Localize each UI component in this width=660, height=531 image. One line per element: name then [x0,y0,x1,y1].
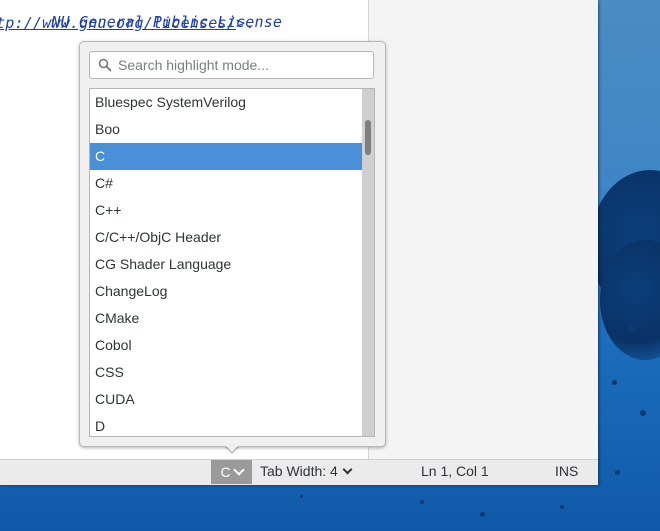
list-item[interactable]: D [90,413,363,436]
list-item[interactable]: C [90,143,363,170]
code-text: >. [236,14,255,32]
list-item[interactable]: Bluespec SystemVerilog [90,89,363,116]
highlight-mode-popover: Bluespec SystemVerilogBooCC#C++C/C++/Obj… [79,41,386,447]
search-field[interactable] [89,51,374,79]
water-drop [480,512,485,517]
language-label: C [220,464,231,480]
insert-mode-indicator: INS [555,463,579,479]
scrollbar-thumb[interactable] [365,120,371,155]
chevron-down-icon [232,464,245,476]
scrollbar[interactable] [362,89,374,436]
list-item[interactable]: CSS [90,359,363,386]
side-pane [369,0,598,459]
list: Bluespec SystemVerilog Boo C C# C++ C/C++/Obj… [90,89,363,436]
list-item[interactable]: C++ [90,197,363,224]
search-input[interactable] [118,55,368,75]
cursor-position: Ln 1, Col 1 [421,463,489,479]
chevron-down-icon [342,464,353,474]
water-drop [420,500,424,504]
water-drop [300,495,303,498]
list-item[interactable]: CUDA [90,386,363,413]
list-item[interactable]: Cobol [90,332,363,359]
list-item[interactable]: C# [90,170,363,197]
language-menu-button[interactable]: C [211,460,252,484]
water-drop [615,470,620,475]
statusbar: C Tab Width: 4 Ln 1, Col 1 INS [0,459,598,485]
search-icon [98,58,112,72]
list-item[interactable]: Boo [90,116,363,143]
list-item[interactable]: CMake [90,305,363,332]
highlight-mode-list: Bluespec SystemVerilog Boo C C# C++ C/C++/Obj… [89,88,375,437]
water-drop [560,505,564,509]
list-item[interactable]: CG Shader Language [90,251,363,278]
water-drop [640,410,646,416]
code-line: tp://www.gnu.org/licenses/>. [0,14,254,32]
list-item[interactable]: C/C++/ObjC Header [90,224,363,251]
popover-arrow [224,444,240,452]
list-item[interactable]: ChangeLog [90,278,363,305]
water-drop [628,325,635,332]
water-drop [612,380,617,385]
tab-width-label: Tab Width: 4 [260,463,338,479]
license-link[interactable]: tp://www.gnu.org/licenses/ [0,14,236,32]
tab-width-menu-button[interactable]: Tab Width: 4 [260,463,353,479]
